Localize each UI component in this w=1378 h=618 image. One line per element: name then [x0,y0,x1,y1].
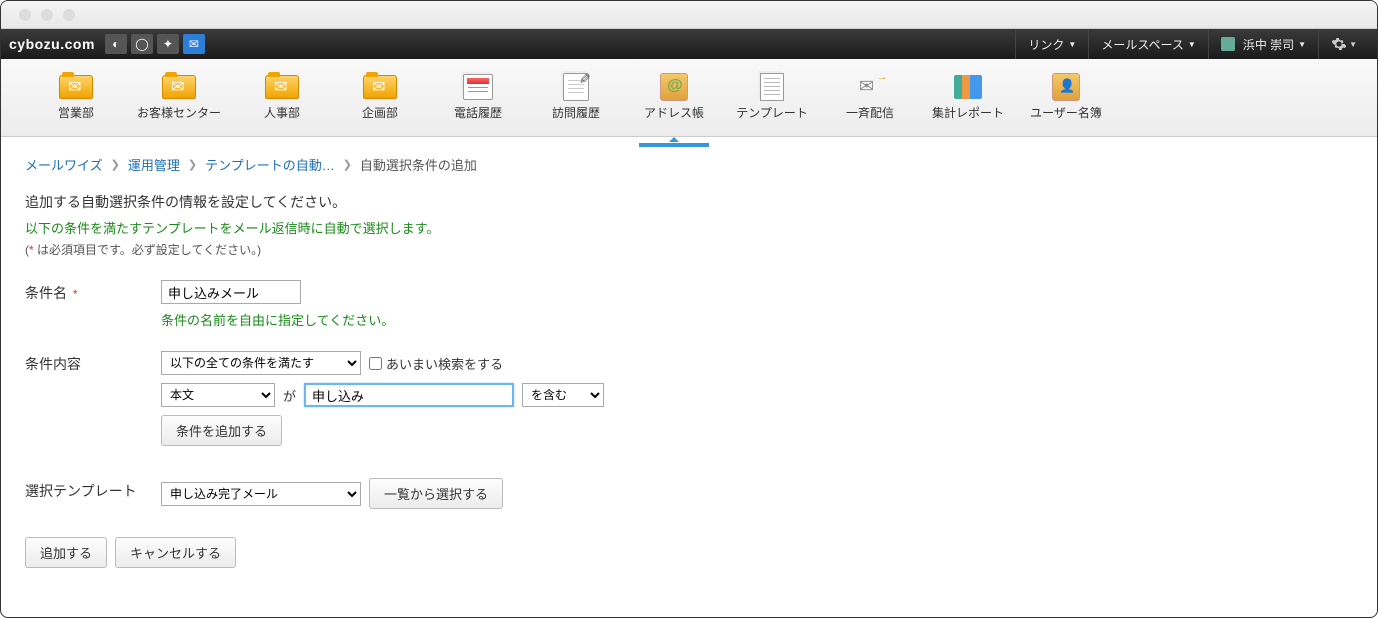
keyword-input[interactable] [304,383,514,407]
required-star: * [73,287,78,301]
folder-mail-icon [162,74,196,100]
match-type-select[interactable]: を含む [522,383,604,407]
form-label-template: 選択テンプレート [25,478,161,501]
top-menu-link[interactable]: リンク ▼ [1015,29,1088,59]
avatar-icon [1221,37,1235,51]
condition-name-input[interactable] [161,280,301,304]
fuzzy-search-label[interactable]: あいまい検索をする [369,354,503,373]
top-icon-3[interactable]: ✦ [157,34,179,54]
folder-mail-icon [265,74,299,100]
fuzzy-search-checkbox[interactable] [369,357,382,370]
toolbar-item-userlist[interactable]: ユーザー名簿 [1021,68,1111,128]
toolbar-item-sales[interactable]: 営業部 [31,68,121,128]
top-menu-mailspace-label: メールスペース [1101,36,1184,53]
field-select[interactable]: 本文 [161,383,275,407]
chevron-right-icon: ❯ [111,158,120,171]
toolbar-item-report[interactable]: 集計レポート [923,68,1013,128]
toolbar-label: ユーザー名簿 [1030,104,1102,121]
main-toolbar: 営業部 お客様センター 人事部 企画部 電話履歴 訪問履歴 アドレス帳 テンプ [1,59,1377,137]
top-menu: リンク ▼ メールスペース ▼ 浜中 崇司 ▼ ▼ [1015,29,1369,59]
traffic-light-min[interactable] [41,9,53,21]
brand-logo: cybozu.com [9,36,95,52]
form-row-name: 条件名 * 条件の名前を自由に指定してください。 [25,280,1353,329]
chevron-down-icon: ▼ [1068,40,1076,49]
toolbar-label: 企画部 [362,104,398,121]
top-icon-2[interactable]: ◯ [131,34,153,54]
form-label-conditions: 条件内容 [25,351,161,374]
form-label-name: 条件名 * [25,280,161,303]
report-chart-icon [951,74,985,100]
breadcrumb-link[interactable]: テンプレートの自動… [205,155,335,174]
window-titlebar [1,1,1377,29]
folder-mail-icon [59,74,93,100]
address-book-icon [657,74,691,100]
chevron-down-icon: ▼ [1349,40,1357,49]
top-icon-1[interactable]: ◐ [105,34,127,54]
content-area: メールワイズ ❯ 運用管理 ❯ テンプレートの自動… ❯ 自動選択条件の追加 追… [1,137,1377,586]
chevron-down-icon: ▼ [1188,40,1196,49]
chevron-down-icon: ▼ [1298,40,1306,49]
label-text: 条件内容 [25,356,81,372]
chevron-right-icon: ❯ [343,158,352,171]
toolbar-label: 人事部 [264,104,300,121]
gear-icon [1331,36,1347,52]
toolbar-item-hr[interactable]: 人事部 [237,68,327,128]
breadcrumb-current: 自動選択条件の追加 [360,155,477,174]
action-buttons: 追加する キャンセルする [25,537,1353,568]
toolbar-item-phone-history[interactable]: 電話履歴 [433,68,523,128]
chevron-right-icon: ❯ [188,158,197,171]
toolbar-item-addressbook[interactable]: アドレス帳 [629,68,719,128]
required-note: (* は必須項目です。必ず設定してください。) [25,241,1353,258]
toolbar-label: アドレス帳 [644,104,704,121]
user-book-icon [1049,74,1083,100]
topbar-icons: ◐ ◯ ✦ ✉ [105,34,205,54]
traffic-light-max[interactable] [63,9,75,21]
page-description: 追加する自動選択条件の情報を設定してください。 [25,192,1353,212]
template-select[interactable]: 申し込み完了メール [161,482,361,506]
checkbox-label: あいまい検索をする [386,354,503,373]
toolbar-item-customer[interactable]: お客様センター [129,68,229,128]
cancel-button[interactable]: キャンセルする [115,537,236,568]
page-subdescription: 以下の条件を満たすテンプレートをメール返信時に自動で選択します。 [25,218,1353,237]
breadcrumb-link[interactable]: 運用管理 [128,155,180,174]
settings-button[interactable]: ▼ [1318,29,1369,59]
broadcast-icon [853,74,887,100]
note-text: は必須項目です。必ず設定してください。) [34,243,261,257]
doc-pen-icon [559,74,593,100]
toolbar-item-visit-history[interactable]: 訪問履歴 [531,68,621,128]
top-menu-user[interactable]: 浜中 崇司 ▼ [1208,29,1318,59]
match-mode-select[interactable]: 以下の全ての条件を満たす [161,351,361,375]
mail-icon[interactable]: ✉ [183,34,205,54]
toolbar-label: 一斉配信 [846,104,894,121]
top-menu-user-label: 浜中 崇司 [1243,36,1294,53]
top-menu-mailspace[interactable]: メールスペース ▼ [1088,29,1207,59]
folder-mail-icon [363,74,397,100]
template-doc-icon [755,74,789,100]
toolbar-item-planning[interactable]: 企画部 [335,68,425,128]
toolbar-label: テンプレート [736,104,808,121]
phone-list-icon [461,74,495,100]
traffic-light-close[interactable] [19,9,31,21]
toolbar-label: 営業部 [58,104,94,121]
form-row-template: 選択テンプレート 申し込み完了メール 一覧から選択する [25,478,1353,517]
toolbar-label: 電話履歴 [454,104,502,121]
toolbar-label: 集計レポート [932,104,1004,121]
label-text: 選択テンプレート [25,483,137,499]
toolbar-label: 訪問履歴 [552,104,600,121]
breadcrumb-link[interactable]: メールワイズ [25,155,103,174]
form-row-conditions: 条件内容 以下の全ての条件を満たす あいまい検索をする 本文 が [25,351,1353,454]
add-condition-button[interactable]: 条件を追加する [161,415,282,446]
top-menu-link-label: リンク [1028,36,1064,53]
label-text: 条件名 [25,285,67,301]
topbar: cybozu.com ◐ ◯ ✦ ✉ リンク ▼ メールスペース ▼ 浜中 崇司… [1,29,1377,59]
hint-text: 条件の名前を自由に指定してください。 [161,310,1353,329]
browse-templates-button[interactable]: 一覧から選択する [369,478,503,509]
breadcrumb: メールワイズ ❯ 運用管理 ❯ テンプレートの自動… ❯ 自動選択条件の追加 [25,155,1353,174]
toolbar-item-broadcast[interactable]: 一斉配信 [825,68,915,128]
connector-text: が [283,386,296,405]
toolbar-label: お客様センター [137,104,221,121]
toolbar-item-template[interactable]: テンプレート [727,68,817,128]
submit-button[interactable]: 追加する [25,537,107,568]
app-window: cybozu.com ◐ ◯ ✦ ✉ リンク ▼ メールスペース ▼ 浜中 崇司… [0,0,1378,618]
